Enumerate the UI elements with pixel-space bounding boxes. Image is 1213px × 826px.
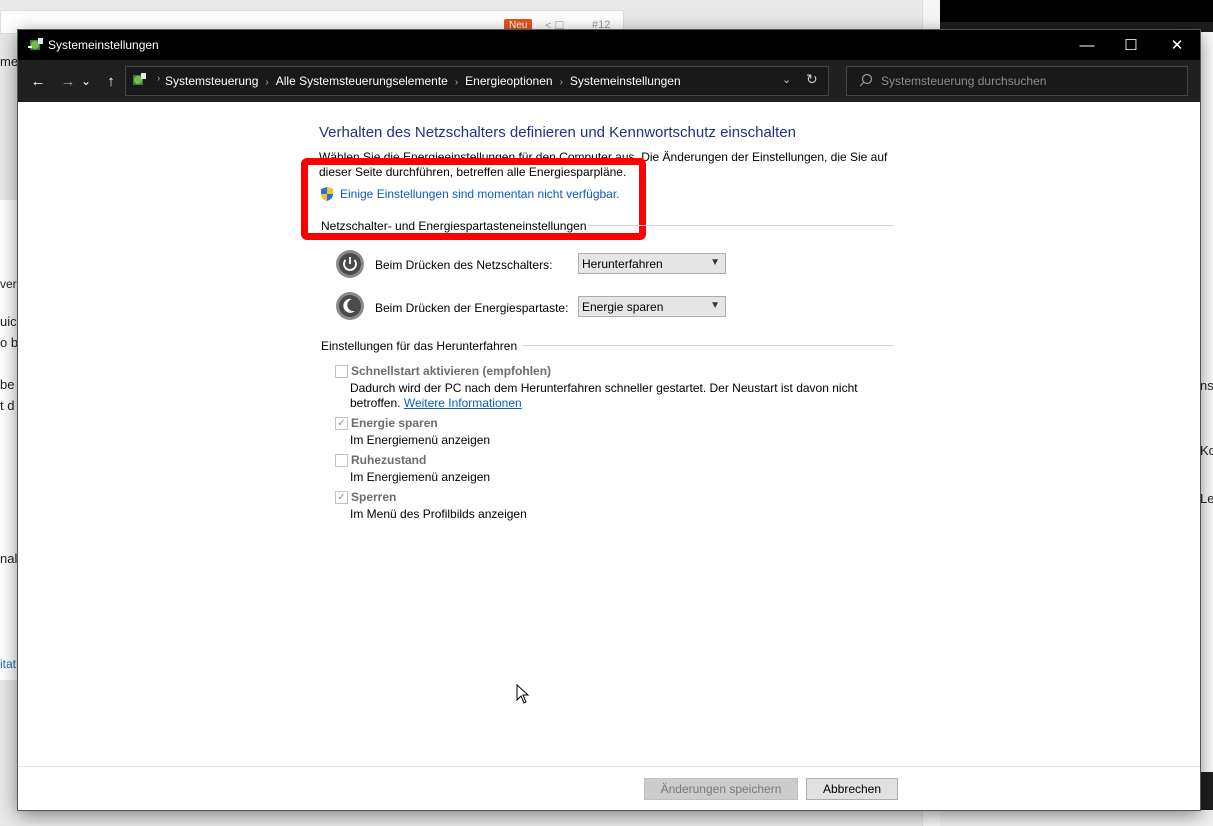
control-panel-icon [133, 73, 146, 85]
mouse-cursor-icon [516, 684, 530, 704]
page-title: Verhalten des Netzschalters definieren u… [319, 124, 796, 141]
system-settings-window: Systemeinstellungen — ☐ ✕ ← → ⌄ ↑ › Syst… [18, 30, 1200, 810]
up-button[interactable]: ↑ [100, 70, 122, 92]
breadcrumb-items: Systemsteuerung › Alle Systemsteuerungsele… [165, 74, 681, 88]
address-dropdown-button[interactable]: ⌄ [782, 73, 791, 86]
background-text-fragment: Ko [1200, 443, 1213, 458]
group-divider [588, 225, 894, 226]
search-icon [859, 73, 873, 87]
close-button[interactable]: ✕ [1154, 30, 1200, 60]
background-text-fragment: ns [1200, 378, 1213, 393]
search-box[interactable] [846, 66, 1188, 96]
lock-checkbox[interactable]: ✓ [335, 491, 348, 504]
power-button-action-value: Herunterfahren [582, 257, 663, 271]
power-buttons-group-title: Netzschalter- und Energiespartasteneinst… [321, 219, 587, 233]
breadcrumb-separator: › [559, 77, 563, 88]
lock-option-title: Sperren [351, 490, 397, 504]
refresh-button[interactable]: ↻ [806, 71, 818, 88]
more-information-link[interactable]: Weitere Informationen [404, 396, 522, 410]
power-button-action-select[interactable]: Herunterfahren ▼ [578, 253, 726, 274]
breadcrumb-separator: › [454, 77, 459, 88]
background-text-fragment: t d [0, 398, 15, 413]
address-bar: ← → ⌄ ↑ › Systemsteuerung › Alle Systemste… [18, 60, 1200, 102]
background-left-panel [0, 200, 19, 680]
footer-divider [18, 766, 1200, 767]
background-right-panel [1200, 32, 1213, 772]
power-button-icon [336, 250, 364, 278]
title-bar[interactable]: Systemeinstellungen — ☐ ✕ [18, 30, 1200, 60]
content-area: Verhalten des Netzschalters definieren u… [18, 102, 1200, 810]
sleep-menu-checkbox[interactable]: ✓ [335, 417, 348, 430]
window-title: Systemeinstellungen [48, 38, 159, 52]
minimize-button[interactable]: — [1064, 30, 1110, 60]
cancel-button[interactable]: Abbrechen [806, 778, 898, 800]
group-divider [522, 345, 894, 346]
sleep-button-action-select[interactable]: Energie sparen ▼ [578, 296, 726, 317]
background-text-fragment: me [0, 54, 19, 69]
fast-startup-description: Dadurch wird der PC nach dem Herunterfah… [350, 381, 858, 395]
hibernate-option-description: Im Energiemenü anzeigen [350, 470, 491, 484]
breadcrumb[interactable]: › Systemsteuerung › Alle Systemsteuerungse… [125, 66, 829, 96]
breadcrumb-item-systemeinstellungen[interactable]: Systemeinstellungen [570, 74, 681, 88]
fast-startup-checkbox[interactable] [335, 365, 348, 378]
breadcrumb-item-energieoptionen[interactable]: Energieoptionen [465, 74, 552, 88]
sleep-button-icon [336, 292, 364, 320]
breadcrumb-separator: › [265, 77, 269, 88]
shutdown-group-title: Einstellungen für das Herunterfahren [321, 339, 518, 353]
forward-button[interactable]: → [57, 70, 79, 92]
chevron-down-icon: ▼ [710, 300, 720, 311]
fast-startup-description-line2: betroffen. Weitere Informationen [350, 396, 522, 410]
background-right-titlebar [940, 0, 1213, 22]
background-right-bottom [940, 810, 1213, 826]
sleep-option-title: Energie sparen [351, 416, 438, 430]
search-input[interactable] [881, 73, 1171, 89]
sleep-option-description: Im Energiemenü anzeigen [350, 433, 491, 447]
background-text-fragment: itat [0, 657, 17, 671]
chevron-down-icon: ▼ [710, 257, 720, 268]
power-button-label: Beim Drücken des Netzschalters: [375, 258, 553, 272]
sleep-button-label: Beim Drücken der Energiespartaste: [375, 301, 569, 315]
save-changes-button[interactable]: Änderungen speichern [644, 778, 798, 800]
fast-startup-title: Schnellstart aktivieren (empfohlen) [351, 364, 552, 378]
breadcrumb-item-systemsteuerung[interactable]: Systemsteuerung [165, 74, 258, 88]
hibernate-option-title: Ruhezustand [351, 453, 427, 467]
breadcrumb-separator: › [157, 73, 161, 84]
sleep-button-action-value: Energie sparen [582, 300, 664, 314]
control-panel-icon [28, 38, 43, 50]
back-button[interactable]: ← [27, 70, 49, 92]
breadcrumb-item-all-elements[interactable]: Alle Systemsteuerungselemente [276, 74, 448, 88]
fast-startup-description-end: betroffen. [350, 396, 401, 410]
background-text-fragment: Le [1200, 491, 1213, 506]
recent-locations-button[interactable]: ⌄ [80, 70, 92, 92]
hibernate-checkbox[interactable] [335, 454, 348, 467]
maximize-button[interactable]: ☐ [1108, 30, 1154, 60]
background-text-fragment: ver [0, 277, 17, 291]
background-text-fragment: be [0, 377, 15, 392]
lock-option-description: Im Menü des Profilbilds anzeigen [350, 507, 527, 521]
